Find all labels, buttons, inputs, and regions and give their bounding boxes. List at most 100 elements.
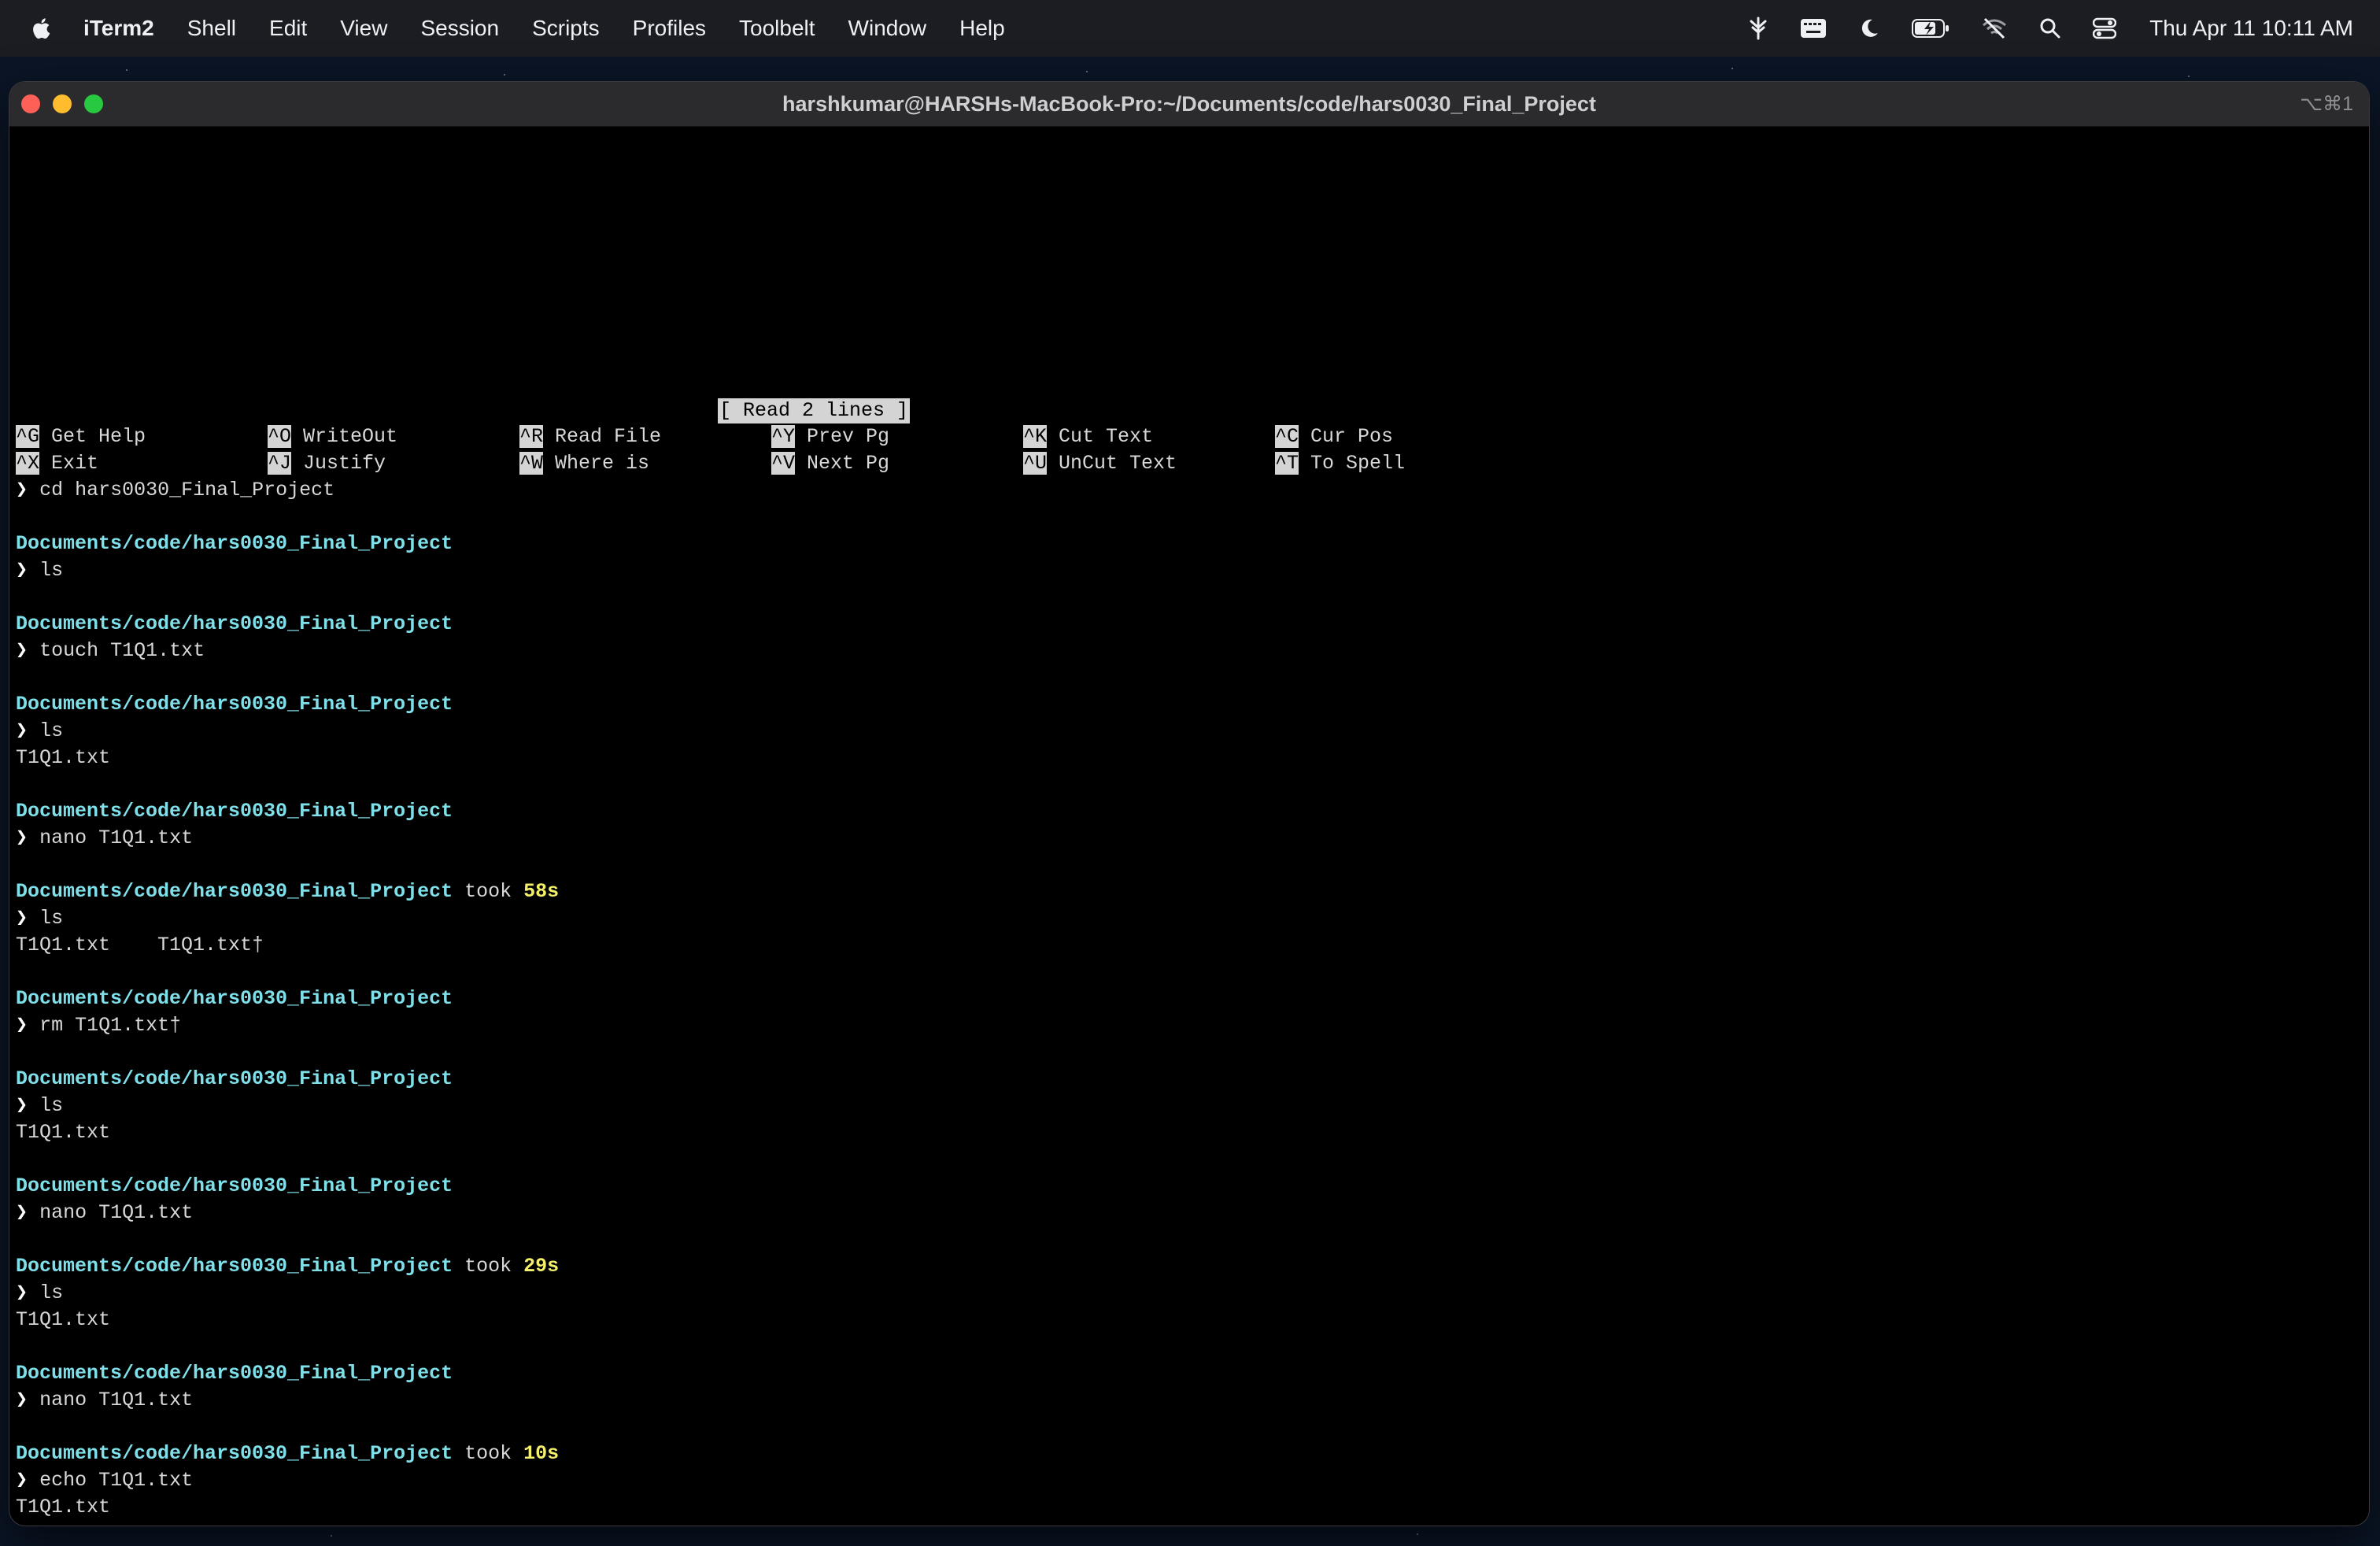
- prompt-path-line: Documents/code/hars0030_Final_Project: [16, 611, 453, 638]
- menu-item-window[interactable]: Window: [848, 16, 927, 41]
- command-text: nano T1Q1.txt: [39, 1389, 194, 1411]
- nano-shortcut-label: Prev Pg: [795, 425, 890, 448]
- current-directory: Documents/code/hars0030_Final_Project: [16, 800, 453, 823]
- command-output: T1Q1.txt: [16, 1308, 111, 1331]
- command-output: T1Q1.txt: [16, 1496, 111, 1518]
- prompt-symbol: ❯: [16, 479, 40, 501]
- control-center-icon[interactable]: [2093, 17, 2117, 39]
- command-output: T1Q1.txt T1Q1.txt†: [16, 934, 264, 956]
- current-directory: Documents/code/hars0030_Final_Project: [16, 1362, 453, 1385]
- command-text: nano T1Q1.txt: [39, 1201, 194, 1224]
- nano-shortcut-label: UnCut Text: [1047, 452, 1177, 475]
- command-line: ❯ cd hars0030_Final_Project: [16, 477, 334, 504]
- prompt-symbol: ❯: [16, 1389, 40, 1411]
- nano-shortcut-key: ^V: [771, 452, 796, 475]
- menu-bar-clock[interactable]: Thu Apr 11 10:11 AM: [2149, 16, 2353, 41]
- prompt-path-line: Documents/code/hars0030_Final_Project: [16, 798, 453, 825]
- nano-shortcut: ^J Justify: [268, 450, 386, 477]
- nano-shortcut-key: ^G: [16, 425, 40, 448]
- menu-item-view[interactable]: View: [340, 16, 387, 41]
- nano-shortcut: ^U UnCut Text: [1023, 450, 1177, 477]
- took-label: took: [453, 880, 524, 903]
- nano-shortcut-label: Get Help: [39, 425, 146, 448]
- prompt-symbol: ❯: [16, 719, 40, 742]
- command-output: T1Q1.txt: [16, 746, 111, 769]
- nano-shortcut: ^Y Prev Pg: [771, 423, 889, 450]
- command-line: ❯ ls: [16, 1280, 63, 1307]
- nano-shortcut-label: To Spell: [1299, 452, 1406, 475]
- current-directory: Documents/code/hars0030_Final_Project: [16, 1255, 453, 1278]
- current-directory: Documents/code/hars0030_Final_Project: [16, 987, 453, 1010]
- command-line: ❯ touch T1Q1.txt: [16, 638, 205, 664]
- current-directory: Documents/code/hars0030_Final_Project: [16, 880, 453, 903]
- current-directory: Documents/code/hars0030_Final_Project: [16, 693, 453, 716]
- nano-shortcut-key: ^Y: [771, 425, 796, 448]
- nano-shortcut-key: ^K: [1023, 425, 1048, 448]
- prompt-path-line: Documents/code/hars0030_Final_Project to…: [16, 1253, 559, 1280]
- menu-item-iterm2[interactable]: iTerm2: [83, 16, 154, 41]
- nano-shortcut-key: ^U: [1023, 452, 1048, 475]
- command-text: nano T1Q1.txt: [39, 827, 194, 849]
- nano-shortcut-key: ^X: [16, 452, 40, 475]
- nano-shortcut: ^G Get Help: [16, 423, 146, 450]
- nano-shortcut: ^T To Spell: [1275, 450, 1405, 477]
- menu-item-help[interactable]: Help: [959, 16, 1005, 41]
- command-line: ❯ ls: [16, 1093, 63, 1119]
- moon-icon[interactable]: [1858, 17, 1880, 39]
- command-line: ❯ nano T1Q1.txt: [16, 1387, 193, 1414]
- nano-shortcut-label: Justify: [291, 452, 386, 475]
- nano-shortcut: ^C Cur Pos: [1275, 423, 1393, 450]
- nano-shortcut-label: Next Pg: [795, 452, 890, 475]
- nano-shortcut-label: Where is: [543, 452, 650, 475]
- nano-shortcut: ^V Next Pg: [771, 450, 889, 477]
- nano-shortcut: ^O WriteOut: [268, 423, 397, 450]
- iterm-window: harshkumar@HARSHs-MacBook-Pro:~/Document…: [9, 82, 2369, 1526]
- search-icon[interactable]: [2039, 17, 2061, 39]
- prompt-symbol: ❯: [16, 559, 40, 582]
- prompt-path-line: Documents/code/hars0030_Final_Project: [16, 1173, 453, 1200]
- menu-item-session[interactable]: Session: [420, 16, 499, 41]
- command-text: touch T1Q1.txt: [39, 639, 205, 662]
- prompt-path-line: Documents/code/hars0030_Final_Project to…: [16, 1441, 559, 1467]
- menu-item-toolbelt[interactable]: Toolbelt: [739, 16, 815, 41]
- nano-shortcut-label: Cur Pos: [1299, 425, 1394, 448]
- nano-shortcut-label: Exit: [39, 452, 99, 475]
- menu-item-profiles[interactable]: Profiles: [633, 16, 706, 41]
- nano-shortcut-label: Cut Text: [1047, 425, 1154, 448]
- prompt-symbol: ❯: [16, 1094, 40, 1117]
- prompt-path-line: Documents/code/hars0030_Final_Project: [16, 531, 453, 557]
- current-directory: Documents/code/hars0030_Final_Project: [16, 1442, 453, 1465]
- prompt-symbol: ❯: [16, 1282, 40, 1304]
- terminal-content[interactable]: [ Read 2 lines ] ^G Get Help ^O WriteOut ^…: [16, 126, 2369, 1526]
- menu-item-scripts[interactable]: Scripts: [532, 16, 600, 41]
- window-shortcut-label: ⌥⌘1: [2300, 93, 2353, 115]
- menu-item-edit[interactable]: Edit: [269, 16, 307, 41]
- command-text: ls: [39, 1282, 64, 1304]
- nano-status-message: [ Read 2 lines ]: [718, 398, 911, 423]
- took-label: took: [453, 1255, 524, 1278]
- command-text: rm T1Q1.txt†: [39, 1014, 182, 1037]
- current-directory: Documents/code/hars0030_Final_Project: [16, 612, 453, 635]
- command-line: ❯ ls: [16, 557, 63, 584]
- prompt-path-line: Documents/code/hars0030_Final_Project: [16, 986, 453, 1012]
- fork-icon[interactable]: [1748, 17, 1768, 40]
- current-directory: Documents/code/hars0030_Final_Project: [16, 1174, 453, 1197]
- menu-item-shell[interactable]: Shell: [187, 16, 236, 41]
- apple-logo-icon[interactable]: [31, 16, 54, 41]
- command-output: T1Q1.txt: [16, 1121, 111, 1144]
- nano-shortcut: ^X Exit: [16, 450, 98, 477]
- prompt-symbol: ❯: [16, 1469, 40, 1492]
- keyboard-icon[interactable]: [1800, 18, 1827, 39]
- wifi-off-icon[interactable]: [1981, 17, 2008, 39]
- nano-shortcut-label: Read File: [543, 425, 662, 448]
- command-text: ls: [39, 559, 64, 582]
- prompt-symbol: ❯: [16, 1201, 40, 1224]
- command-duration: 10s: [523, 1442, 560, 1465]
- nano-shortcut-key: ^C: [1275, 425, 1299, 448]
- nano-shortcut-label: WriteOut: [291, 425, 398, 448]
- nano-shortcut-key: ^O: [268, 425, 292, 448]
- nano-shortcut-key: ^J: [268, 452, 292, 475]
- title-bar[interactable]: harshkumar@HARSHs-MacBook-Pro:~/Document…: [9, 82, 2369, 127]
- command-duration: 29s: [523, 1255, 560, 1278]
- battery-icon[interactable]: [1912, 18, 1949, 39]
